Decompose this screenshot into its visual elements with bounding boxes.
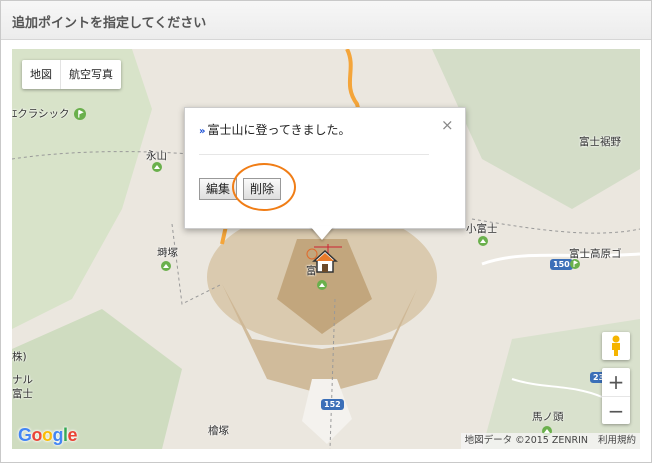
mountain-icon	[478, 236, 488, 246]
street-view-pegman[interactable]	[602, 332, 630, 360]
panel-title: 追加ポイントを指定してください	[12, 16, 207, 31]
map-label-kofuji: 小富士	[466, 223, 498, 235]
close-icon[interactable]: ×	[441, 116, 454, 134]
home-marker-icon[interactable]	[312, 249, 338, 275]
route-152-shield: 152	[321, 399, 344, 410]
map-label-tsukazuka: 塒塚	[157, 247, 178, 259]
google-logo-g: G	[18, 425, 32, 445]
double-arrow-icon: »	[199, 126, 206, 137]
map-data-attribution: 地図データ ©2015 ZENRIN	[464, 435, 588, 446]
mountain-icon	[161, 261, 171, 271]
mountain-icon	[152, 162, 162, 172]
info-window-tail	[310, 226, 334, 240]
map-label-classic: ｴクラシック	[12, 108, 70, 120]
map-label-umanokubi: 馬ノ頭	[532, 411, 564, 423]
golf-icon	[570, 259, 580, 269]
map-label-fuji-susono: 富士裾野	[579, 136, 621, 148]
zoom-in-button[interactable]: +	[602, 368, 630, 396]
google-logo-o2: o	[42, 425, 53, 445]
info-window-divider	[199, 154, 429, 155]
google-logo-e: e	[67, 425, 78, 445]
satellite-view-button[interactable]: 航空写真	[60, 60, 121, 89]
map-label-nagayama: 永山	[146, 150, 167, 162]
terms-of-use-link[interactable]: 利用規約	[598, 435, 636, 446]
google-logo-o1: o	[31, 425, 43, 445]
map-attribution: 地図データ ©2015 ZENRIN 利用規約	[460, 433, 640, 449]
mountain-icon	[317, 280, 327, 290]
map-label-fuji-left: 富士	[12, 388, 33, 400]
map-view-button[interactable]: 地図	[22, 60, 60, 89]
map-label-kinaru: ナル	[12, 374, 33, 386]
map-label-higashizuka: 檜塚	[208, 425, 229, 437]
google-logo: Google	[18, 425, 78, 446]
delete-highlight-circle	[232, 163, 296, 211]
panel-header: 追加ポイントを指定してください	[1, 1, 651, 40]
map-canvas[interactable]: 地図 航空写真 ｴクラシック 永山 塒塚 株) ナル 富士 富士裾野 小富士 富…	[12, 49, 640, 449]
map-label-sho: 株)	[12, 351, 27, 363]
golf-icon	[74, 108, 86, 120]
add-point-panel: 追加ポイントを指定してください 地図 航空写真 ｴクラシック 永山 塒塚 株) …	[0, 0, 652, 463]
info-window-title-text: 富士山に登ってきました。	[207, 123, 351, 137]
zoom-control: + −	[602, 368, 630, 424]
zoom-out-button[interactable]: −	[602, 396, 630, 425]
info-window-title: » 富士山に登ってきました。	[199, 121, 351, 138]
pegman-icon	[612, 335, 620, 356]
map-type-control: 地図 航空写真	[22, 60, 121, 89]
google-logo-g2: g	[52, 425, 64, 445]
info-window: » 富士山に登ってきました。 × 編集 削除	[184, 107, 466, 229]
